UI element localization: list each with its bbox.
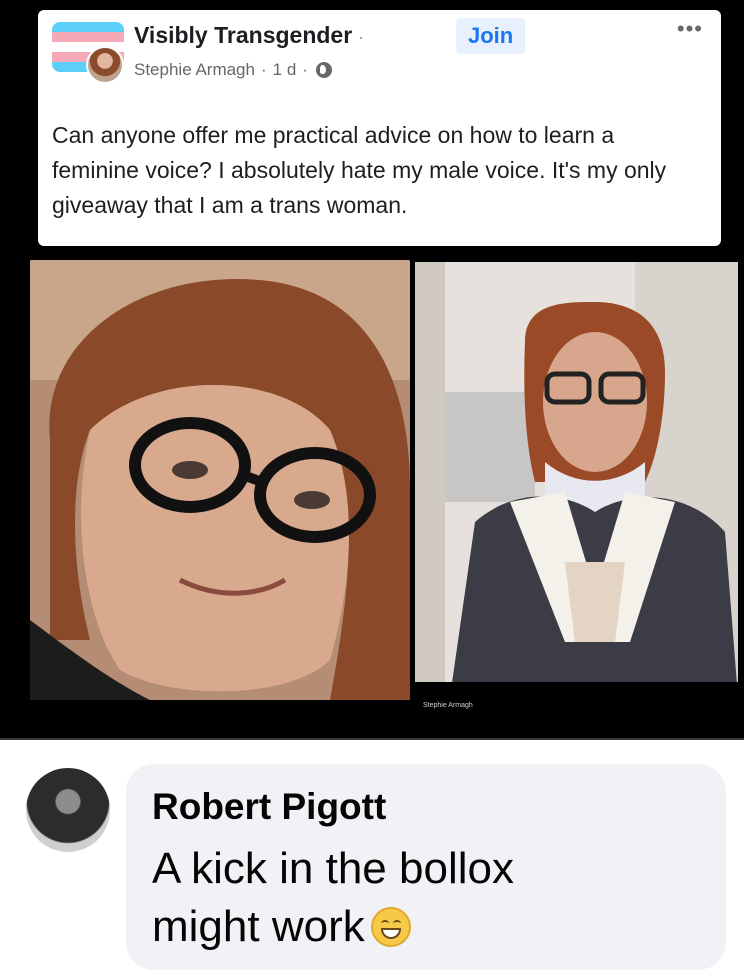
post-photo-right[interactable]	[415, 262, 738, 697]
separator-dot: ·	[358, 27, 365, 47]
group-name[interactable]: Visibly Transgender ·	[134, 22, 370, 49]
author-name[interactable]: Stephie Armagh	[134, 60, 255, 80]
post-text: Can anyone offer me practical advice on …	[52, 122, 667, 218]
group-name-text[interactable]: Visibly Transgender	[134, 22, 352, 48]
commenter-avatar[interactable]	[26, 768, 110, 852]
post-meta: Stephie Armagh · 1 d ·	[134, 60, 332, 80]
separator-dot: ·	[260, 60, 267, 79]
comment-text-block: A kick in the bollox might work	[152, 840, 612, 956]
photo-caption-name: Stephie Armagh	[423, 702, 473, 709]
grinning-face-icon	[370, 907, 411, 947]
globe-icon	[315, 62, 332, 78]
standing-portrait-image	[415, 262, 738, 697]
comment-text: A kick in the bollox might work	[152, 844, 514, 951]
post-photo-left[interactable]	[30, 260, 410, 700]
divider	[0, 738, 744, 740]
commenter-name[interactable]: Robert Pigott	[152, 786, 386, 828]
selfie-closeup-image	[30, 260, 410, 700]
separator-dot: ·	[302, 60, 308, 79]
more-icon[interactable]: •••	[677, 18, 703, 40]
join-button[interactable]: Join	[456, 18, 526, 54]
photo-caption-strip: Stephie Armagh	[415, 697, 738, 725]
post-card: Visibly Transgender · Join Stephie Armagh…	[38, 10, 721, 246]
post-time[interactable]: 1 d	[273, 60, 297, 80]
author-avatar[interactable]	[86, 46, 124, 84]
